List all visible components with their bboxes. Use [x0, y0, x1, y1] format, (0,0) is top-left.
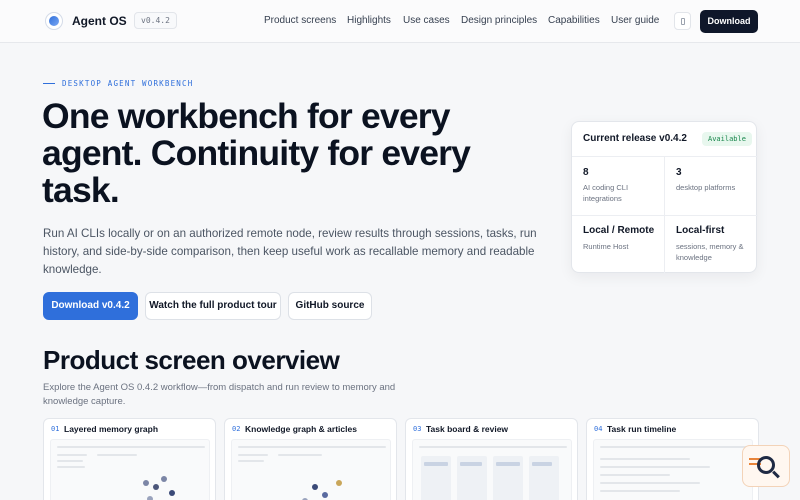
agent-os-logo-icon[interactable] — [45, 12, 63, 30]
release-title: Current release v0.4.2 — [583, 133, 687, 144]
nav-capabilities[interactable]: Capabilities — [548, 15, 600, 26]
card-screenshot — [412, 439, 572, 500]
stat-value: Local / Remote — [583, 225, 655, 236]
card-screenshot — [593, 439, 753, 500]
card-title: Layered memory graph — [64, 424, 159, 434]
nav-product-screens[interactable]: Product screens — [264, 15, 336, 26]
divider — [572, 156, 758, 157]
divider — [664, 156, 665, 274]
eyebrow-accent-line — [43, 83, 55, 84]
stat-label: Runtime Host — [583, 242, 629, 251]
stat-label: sessions, memory & knowledge — [676, 242, 744, 262]
nav-highlights[interactable]: Highlights — [347, 15, 391, 26]
hero-eyebrow: DESKTOP AGENT WORKBENCH — [62, 79, 194, 88]
screen-card-task-board[interactable]: 03 Task board & review — [405, 418, 578, 500]
version-badge: v0.4.2 — [134, 12, 177, 29]
search-widget-icon[interactable] — [742, 445, 790, 487]
header-download-button[interactable]: Download — [700, 10, 758, 33]
card-screenshot — [50, 439, 210, 500]
divider — [572, 215, 758, 216]
screen-card-knowledge-graph[interactable]: 02 Knowledge graph & articles — [224, 418, 397, 500]
nav-use-cases[interactable]: Use cases — [403, 15, 450, 26]
screen-card-memory-graph[interactable]: 01 Layered memory graph — [43, 418, 216, 500]
card-number: 03 — [413, 425, 422, 433]
top-navigation-bar: Agent OS v0.4.2 Product screens Highligh… — [0, 0, 800, 43]
card-title: Task board & review — [426, 424, 509, 434]
watch-tour-button[interactable]: Watch the full product tour — [145, 292, 281, 320]
card-number: 01 — [51, 425, 60, 433]
stat-value: 3 — [676, 167, 682, 178]
card-screenshot — [231, 439, 391, 500]
card-title: Knowledge graph & articles — [245, 424, 357, 434]
section-title: Product screen overview — [43, 345, 340, 375]
github-source-button[interactable]: GitHub source — [288, 292, 372, 320]
stat-label: AI coding CLI integrations — [583, 183, 629, 203]
stat-value: 8 — [583, 167, 589, 178]
section-description: Explore the Agent OS 0.4.2 workflow—from… — [43, 382, 396, 407]
download-version-button[interactable]: Download v0.4.2 — [43, 292, 138, 320]
brand-name[interactable]: Agent OS — [72, 14, 127, 28]
release-card: Current release v0.4.2 Available 8 AI co… — [571, 121, 758, 274]
nav-user-guide[interactable]: User guide — [611, 15, 659, 26]
nav-design-principles[interactable]: Design principles — [461, 15, 537, 26]
theme-toggle-icon[interactable] — [674, 12, 691, 30]
hero-description: Run AI CLIs locally or on an authorized … — [43, 227, 537, 276]
card-number: 02 — [232, 425, 241, 433]
hero-title: One workbench for every agent. Continuit… — [42, 96, 471, 210]
stat-label: desktop platforms — [676, 183, 736, 192]
card-number: 04 — [594, 425, 603, 433]
screen-card-task-timeline[interactable]: 04 Task run timeline — [586, 418, 759, 500]
card-title: Task run timeline — [607, 424, 677, 434]
stat-value: Local-first — [676, 225, 725, 236]
status-badge: Available — [702, 132, 752, 146]
